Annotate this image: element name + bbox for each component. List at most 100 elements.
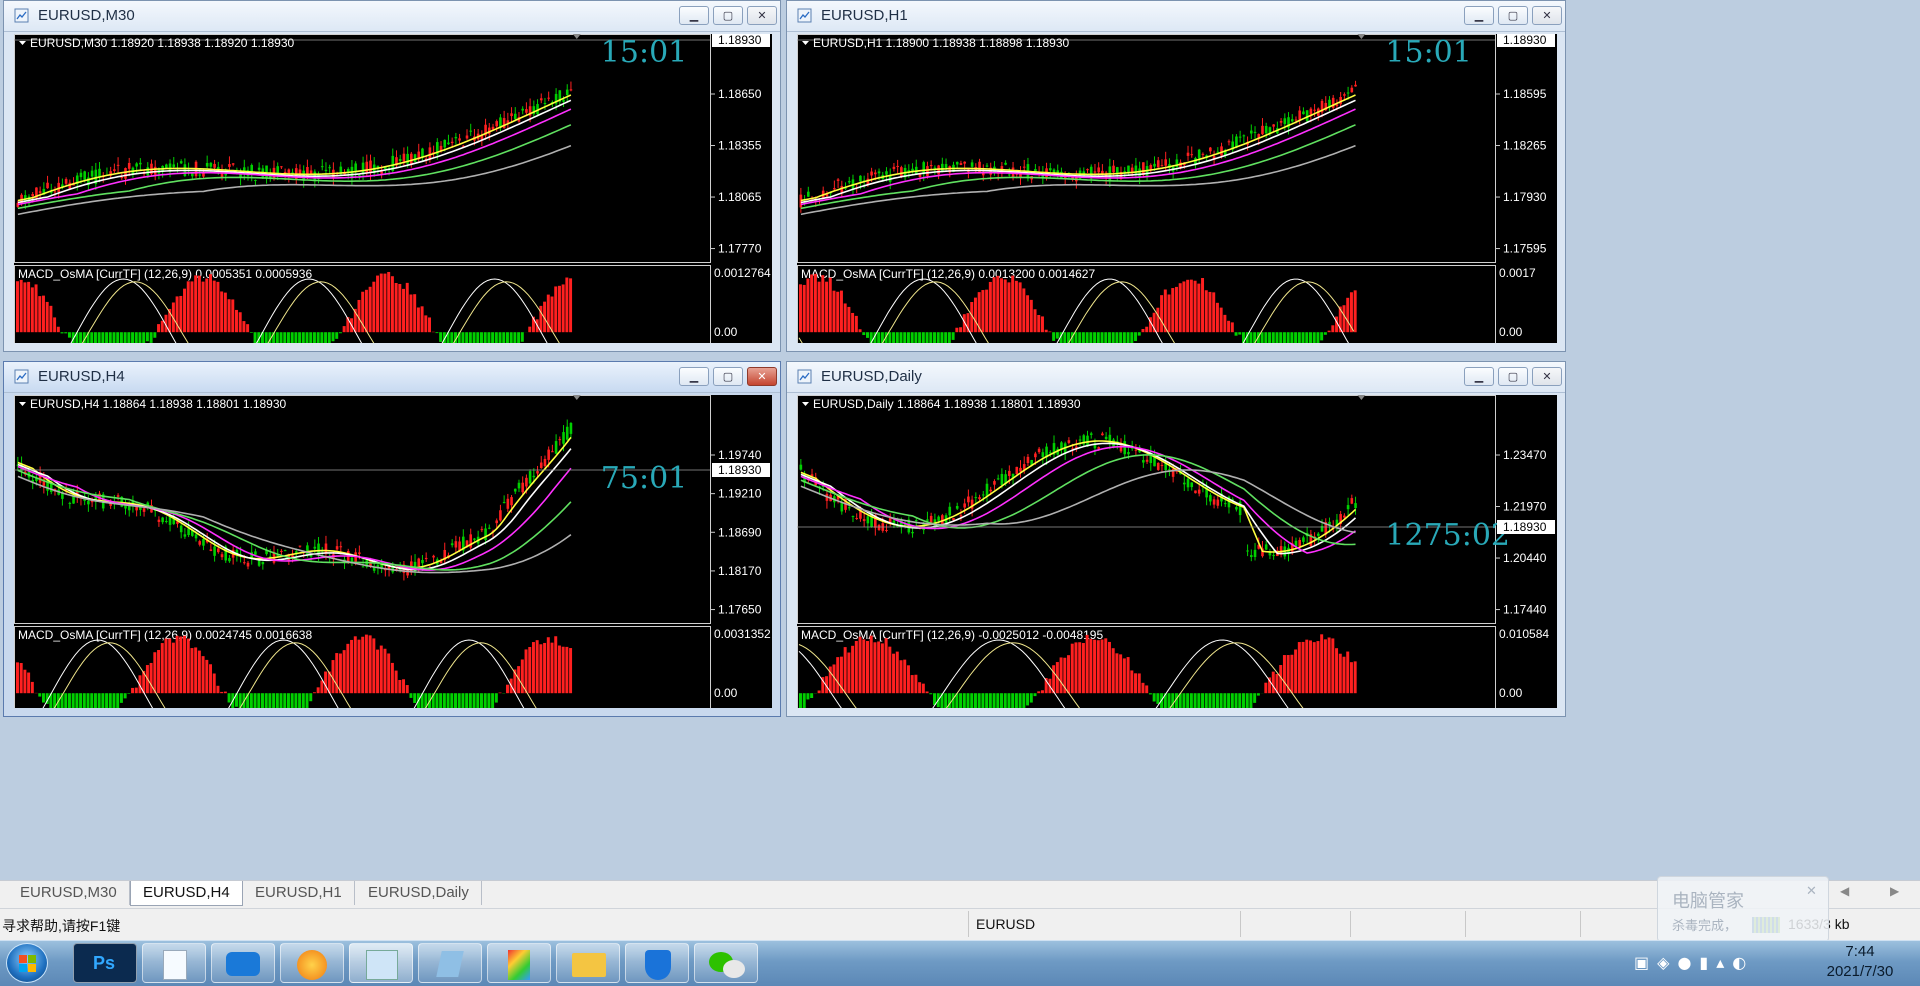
minimize-button[interactable]: ▁ (1464, 367, 1494, 386)
chart-window-h1[interactable]: EURUSD,H1 ▁ ▢ ✕ EURUSD,H1 1.18900 1.1893… (786, 0, 1566, 352)
wechat-icon[interactable] (694, 943, 758, 983)
maximize-button[interactable]: ▢ (1498, 6, 1528, 25)
moving-average-line (801, 109, 1356, 204)
moving-average-line (18, 109, 571, 204)
paint-icon[interactable] (487, 943, 551, 983)
chart-area[interactable]: EURUSD,Daily 1.18864 1.18938 1.18801 1.1… (797, 395, 1557, 708)
bar-timer: 75:01 (601, 461, 687, 496)
window-titlebar[interactable]: EURUSD,H1 ▁ ▢ ✕ (787, 1, 1565, 32)
chart-window-daily[interactable]: EURUSD,Daily ▁ ▢ ✕ EURUSD,Daily 1.18864 … (786, 361, 1566, 717)
start-orb[interactable] (6, 943, 48, 983)
indicator-scale-label: 0.00 (1499, 325, 1523, 339)
tray-volume-icon[interactable]: ◐ (1732, 953, 1754, 972)
current-price-label: 1.18930 (718, 34, 762, 47)
tray-signal-icon[interactable]: ▴ (1716, 953, 1732, 972)
tab-eurusd-m30[interactable]: EURUSD,M30 (8, 881, 130, 905)
chart-menu-icon (802, 402, 809, 406)
minimize-button[interactable]: ▁ (679, 367, 709, 386)
price-scale-label: 1.18170 (718, 564, 762, 578)
chart-shift-marker-icon (573, 395, 581, 400)
tab-scroll-right-icon[interactable]: ▶ (1890, 884, 1899, 898)
current-price-label: 1.18930 (718, 463, 762, 477)
tab-eurusd-h4[interactable]: EURUSD,H4 (130, 881, 243, 906)
indicator-scale-label: 0.00 (714, 686, 738, 700)
photoshop-icon[interactable]: Ps (73, 943, 137, 983)
chart-window-m30[interactable]: EURUSD,M30 ▁ ▢ ✕ EURUSD,M30 1.18920 1.18… (3, 0, 781, 352)
tab-scroll-left-icon[interactable]: ◀ (1840, 884, 1849, 898)
tray-wechat-icon[interactable]: ● (1677, 953, 1699, 972)
chart-area[interactable]: EURUSD,H1 1.18900 1.18938 1.18898 1.1893… (797, 34, 1557, 343)
indicator-scale-label: 0.0017 (1499, 266, 1536, 280)
macd-histogram (799, 274, 1357, 343)
price-chart-svg: EURUSD,H1 1.18900 1.18938 1.18898 1.1893… (797, 34, 1557, 343)
window-title: EURUSD,Daily (821, 368, 922, 385)
folder-icon[interactable] (556, 943, 620, 983)
maximize-button[interactable]: ▢ (713, 367, 743, 386)
close-button[interactable]: ✕ (747, 367, 777, 386)
tab-eurusd-h1[interactable]: EURUSD,H1 (243, 881, 355, 905)
price-scale-label: 1.19740 (718, 448, 762, 462)
minimize-button[interactable]: ▁ (1464, 6, 1494, 25)
tab-eurusd-daily[interactable]: EURUSD,Daily (356, 881, 482, 905)
current-price-label: 1.18930 (1503, 34, 1547, 47)
maximize-button[interactable]: ▢ (713, 6, 743, 25)
close-button[interactable]: ✕ (747, 6, 777, 25)
tray-icons: ▣◈●▮▴◐ (1634, 953, 1754, 972)
price-scale-label: 1.17440 (1503, 603, 1547, 617)
indicator-scale-label: 0.0012764 (714, 266, 771, 280)
window-title: EURUSD,H1 (821, 7, 908, 24)
chart-window-icon (14, 8, 29, 23)
document-app-icon[interactable] (142, 943, 206, 983)
browser-icon[interactable] (280, 943, 344, 983)
chart-shift-marker-icon (1357, 34, 1365, 39)
candles (800, 427, 1357, 561)
cloud-app-icon[interactable] (211, 943, 275, 983)
window-titlebar[interactable]: EURUSD,Daily ▁ ▢ ✕ (787, 362, 1565, 393)
chart-window-h4[interactable]: EURUSD,H4 ▁ ▢ ✕ EURUSD,H4 1.18864 1.1893… (3, 361, 781, 717)
tray-network-icon[interactable]: ▮ (1699, 953, 1716, 972)
moving-average-line (801, 443, 1356, 553)
main-panel-frame (15, 396, 711, 624)
window-titlebar[interactable]: EURUSD,M30 ▁ ▢ ✕ (4, 1, 780, 32)
popup-close-icon[interactable]: ✕ (1806, 883, 1817, 899)
bar-timer: 15:01 (601, 35, 687, 70)
indicator-label: MACD_OsMA [CurrTF] (12,26,9) 0.0005351 0… (18, 267, 312, 281)
taskbar: Ps ▣◈●▮▴◐ 7:44 2021/7/30 (0, 940, 1920, 986)
close-button[interactable]: ✕ (1532, 367, 1562, 386)
chart-area[interactable]: EURUSD,M30 1.18920 1.18938 1.18920 1.189… (14, 34, 772, 343)
status-bar: 寻求帮助,请按F1键 EURUSD 1633/3 kb (0, 908, 1920, 941)
chart-window-icon (14, 369, 29, 384)
price-scale-label: 1.18065 (718, 190, 762, 204)
chart-shift-marker-icon (573, 34, 581, 39)
chart-header-ohlc: EURUSD,H4 1.18864 1.18938 1.18801 1.1893… (30, 397, 287, 411)
tray-clock[interactable]: 7:44 2021/7/30 (1810, 942, 1910, 982)
candles (800, 81, 1357, 213)
maximize-button[interactable]: ▢ (1498, 367, 1528, 386)
price-scale-label: 1.20440 (1503, 551, 1547, 565)
minimize-button[interactable]: ▁ (679, 6, 709, 25)
price-scale-label: 1.18265 (1503, 139, 1547, 153)
window-titlebar[interactable]: EURUSD,H4 ▁ ▢ ✕ (4, 362, 780, 393)
price-scale-label: 1.23470 (1503, 448, 1547, 462)
chart-shift-marker-icon (1357, 395, 1365, 400)
security-shield-icon[interactable] (625, 943, 689, 983)
moving-average-line (801, 447, 1356, 553)
chart-menu-icon (802, 41, 809, 45)
indicator-scale-label: 0.0031352 (714, 627, 771, 641)
chart-area[interactable]: EURUSD,H4 1.18864 1.18938 1.18801 1.1893… (14, 395, 772, 708)
price-chart-svg: EURUSD,H4 1.18864 1.18938 1.18801 1.1893… (14, 395, 772, 708)
control-panel-icon[interactable] (349, 943, 413, 983)
tray-clipboard-icon[interactable]: ▣ (1634, 953, 1657, 972)
tray-shield-icon[interactable]: ◈ (1657, 953, 1677, 972)
price-chart-svg: EURUSD,M30 1.18920 1.18938 1.18920 1.189… (14, 34, 772, 343)
security-popup[interactable]: 电脑管家 杀毒完成， ✕ (1657, 876, 1829, 942)
price-scale-label: 1.17930 (1503, 190, 1547, 204)
notebook-icon[interactable] (418, 943, 482, 983)
price-scale-label: 1.17650 (718, 603, 762, 617)
chart-menu-icon (19, 41, 26, 45)
chart-menu-icon (19, 402, 26, 406)
popup-text: 杀毒完成， (1672, 915, 1737, 934)
close-button[interactable]: ✕ (1532, 6, 1562, 25)
price-scale-label: 1.21970 (1503, 500, 1547, 514)
price-scale-label: 1.18595 (1503, 87, 1547, 101)
